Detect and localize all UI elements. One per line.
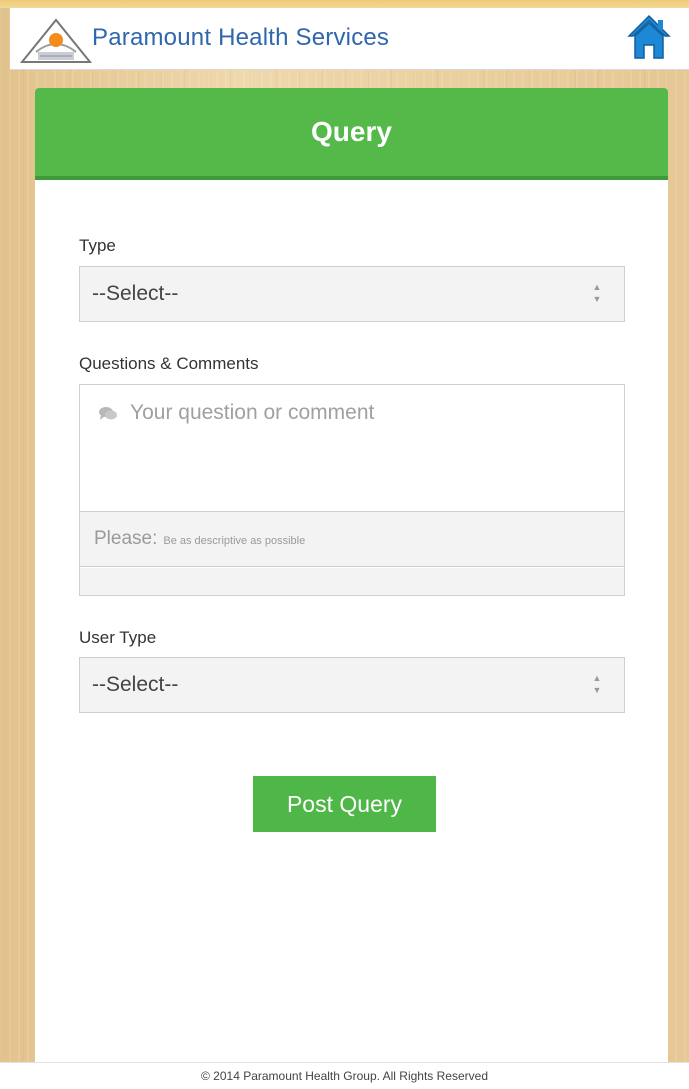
query-card: Query Type --Select-- ▲ ▼ Questions & Com… bbox=[35, 88, 668, 1088]
questions-placeholder: Your question or comment bbox=[130, 401, 375, 424]
select-arrows-icon: ▲ ▼ bbox=[592, 282, 602, 304]
questions-hint: Please: Be as descriptive as possible bbox=[80, 511, 624, 567]
home-icon[interactable] bbox=[627, 14, 671, 60]
card-title: Query bbox=[311, 116, 392, 147]
app-header: Paramount Health Services bbox=[10, 8, 689, 70]
top-border-strip bbox=[0, 0, 689, 8]
questions-textarea-group: Your question or comment Please: Be as d… bbox=[79, 384, 625, 596]
hint-prefix: Please: bbox=[94, 528, 158, 549]
user-type-label: User Type bbox=[79, 628, 157, 647]
select-arrows-icon: ▲ ▼ bbox=[592, 673, 602, 695]
post-query-button[interactable]: Post Query bbox=[253, 776, 436, 832]
hint-text: Be as descriptive as possible bbox=[163, 535, 306, 547]
user-type-select-value: --Select-- bbox=[92, 673, 179, 696]
user-type-select[interactable]: --Select-- ▲ ▼ bbox=[79, 657, 625, 713]
paramount-logo-icon bbox=[19, 18, 93, 63]
type-label: Type bbox=[79, 236, 116, 255]
questions-label: Questions & Comments bbox=[79, 354, 259, 373]
questions-extra-bar bbox=[80, 568, 624, 595]
questions-textarea[interactable]: Your question or comment bbox=[80, 385, 624, 511]
footer-copyright: © 2014 Paramount Health Group. All Right… bbox=[0, 1062, 689, 1089]
type-select[interactable]: --Select-- ▲ ▼ bbox=[79, 266, 625, 322]
chat-bubble-icon bbox=[99, 407, 117, 420]
card-header: Query bbox=[35, 88, 668, 180]
type-select-value: --Select-- bbox=[92, 282, 179, 305]
app-title: Paramount Health Services bbox=[92, 24, 390, 51]
